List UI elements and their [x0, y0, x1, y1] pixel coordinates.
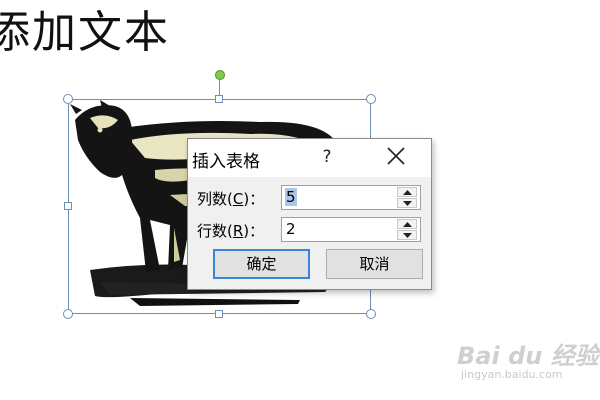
- cancel-button[interactable]: 取消: [326, 249, 423, 279]
- resize-handle-bottom[interactable]: [215, 310, 223, 318]
- resize-handle-top[interactable]: [215, 95, 223, 103]
- resize-handle-top-right[interactable]: [366, 94, 376, 104]
- spin-up-arrow-icon: [403, 190, 412, 195]
- dialog-title: 插入表格: [192, 152, 260, 172]
- resize-handle-top-left[interactable]: [63, 94, 73, 104]
- resize-handle-bottom-left[interactable]: [63, 309, 73, 319]
- rotate-handle[interactable]: [215, 70, 225, 80]
- spin-up-arrow-icon: [403, 222, 412, 227]
- dialog-titlebar[interactable]: 插入表格 ?: [188, 139, 431, 177]
- rows-value[interactable]: 2: [285, 220, 297, 238]
- columns-spin-buttons: [397, 187, 419, 208]
- rows-spin-buttons: [397, 219, 419, 240]
- rows-spin-down-button[interactable]: [397, 230, 417, 240]
- baidu-jingyan-watermark: Bai du 经验 jingyan.baidu.com: [457, 336, 599, 386]
- rows-spin-up-button[interactable]: [397, 219, 417, 229]
- close-icon: [387, 147, 405, 165]
- spin-down-arrow-icon: [403, 233, 412, 238]
- close-button[interactable]: [384, 146, 408, 168]
- help-button[interactable]: ?: [316, 145, 338, 169]
- ok-button[interactable]: 确定: [213, 249, 310, 279]
- rows-label: 行数(R)：: [197, 222, 265, 240]
- columns-label: 列数(C)：: [197, 190, 265, 208]
- columns-spin-down-button[interactable]: [397, 198, 417, 208]
- insert-table-dialog: 插入表格 ? 列数(C)： 5 行数(R)： 2 确定 取消: [187, 138, 432, 290]
- slide-title-text[interactable]: 添加文本: [0, 0, 170, 60]
- watermark-url: jingyan.baidu.com: [461, 368, 563, 381]
- columns-value[interactable]: 5: [285, 188, 297, 206]
- spin-down-arrow-icon: [403, 201, 412, 206]
- watermark-logo: Bai du 经验: [457, 342, 599, 370]
- rotate-connector-line: [219, 80, 220, 96]
- resize-handle-left[interactable]: [64, 202, 72, 210]
- columns-spin-up-button[interactable]: [397, 187, 417, 197]
- resize-handle-bottom-right[interactable]: [366, 309, 376, 319]
- columns-spinbox[interactable]: 5: [281, 185, 421, 210]
- slide-canvas: 添加文本 插入表格 ? 列数(C)： 5 行数(R)： 2 确定 取消 Bai …: [0, 0, 600, 400]
- rows-spinbox[interactable]: 2: [281, 217, 421, 242]
